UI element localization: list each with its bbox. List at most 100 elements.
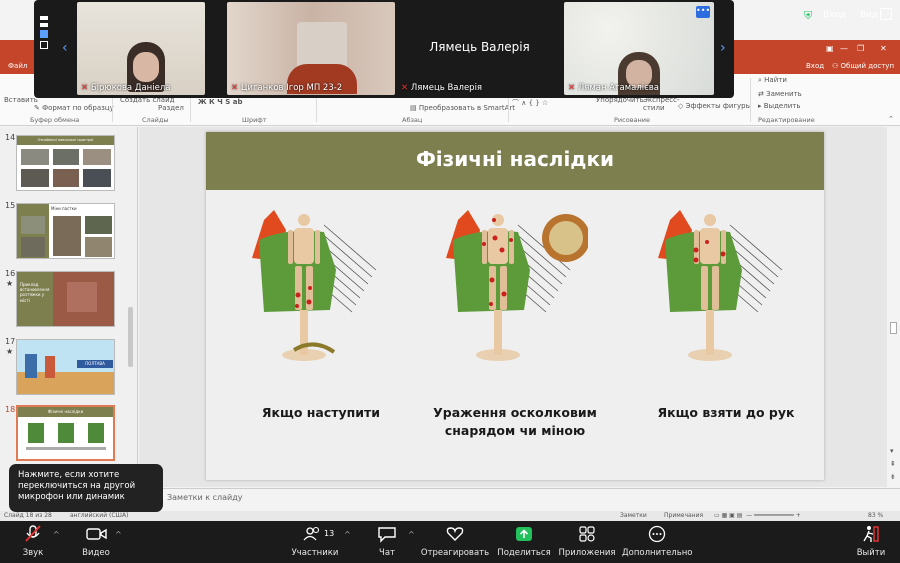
find-button[interactable]: ⌕ Найти <box>758 76 787 85</box>
find-label: Найти <box>764 76 787 84</box>
group-label-font: Шрифт <box>242 116 267 124</box>
muted-mic-icon: ✕ <box>401 83 409 93</box>
participants-label: Участники <box>291 548 339 558</box>
caption-step-on: Якщо наступити <box>261 405 381 420</box>
notes-pane[interactable]: Заметки к слайду <box>139 488 900 508</box>
group-label-editing: Редактирование <box>758 116 815 124</box>
participant-tile[interactable]: Лямець Валерія ✕ Лямець Валерія <box>397 2 562 95</box>
slide-number: 14 <box>5 133 16 142</box>
chat-button[interactable]: Чат <box>368 521 406 563</box>
minimize-button[interactable]: — <box>840 44 848 53</box>
shield-check-icon[interactable]: ⛨ <box>804 9 812 23</box>
fullscreen-icon[interactable] <box>880 8 892 20</box>
slide-thumbnails-pane[interactable]: 14 Ознайомчі навчальні пристрої 15 Міни … <box>0 127 138 512</box>
notes-toggle[interactable]: Заметки <box>620 512 647 519</box>
audio-options-caret[interactable]: ^ <box>53 530 60 539</box>
share-screen-button[interactable]: Поделиться <box>496 521 552 563</box>
next-page-icon[interactable]: › <box>720 40 726 56</box>
slide-thumbnail-14[interactable]: Ознайомчі навчальні пристрої <box>16 135 115 191</box>
select-button[interactable]: ▸ Выделить <box>758 102 800 110</box>
replace-button[interactable]: ⇄ Заменить <box>758 90 802 98</box>
convert-smartart-button[interactable]: ▤ Преобразовать в SmartArt <box>410 104 515 112</box>
participant-tile[interactable]: ✕ Циганков Ігор МП 23-2 <box>227 2 395 95</box>
collapse-ribbon-icon[interactable]: ⌃ <box>888 115 894 123</box>
participant-name: ✕ Бірюкова Даніела <box>81 83 171 93</box>
slide-thumbnail-17[interactable]: ПОЛТАВА <box>16 339 115 395</box>
audio-button[interactable]: Звук <box>12 521 54 563</box>
video-options-caret[interactable]: ^ <box>115 530 122 539</box>
apps-label: Приложения <box>558 548 616 558</box>
status-bar: Слайд 18 из 28 английский (США) Заметки … <box>0 511 900 521</box>
video-camera-icon <box>86 528 107 540</box>
animation-star-icon: ★ <box>6 347 14 356</box>
quick-styles-button[interactable]: Экспресс-стили <box>643 96 680 113</box>
notes-placeholder: Заметки к слайду <box>167 493 243 502</box>
participant-name: ✕ Циганков Ігор МП 23-2 <box>231 83 343 93</box>
view-buttons[interactable]: ▭ ▦ ▣ ▤ — ━━━━━━━━━━━ + <box>714 512 834 520</box>
react-label: Отреагировать <box>420 548 490 558</box>
participant-tile[interactable]: ••• ✕ Ляман Агамалієва <box>564 2 714 95</box>
more-options-icon[interactable]: ••• <box>696 6 710 18</box>
ribbon-display-icon[interactable]: ▣ <box>826 44 834 53</box>
slide-vertical-scrollbar[interactable]: ▾ ⇞ ⇟ <box>887 127 900 487</box>
divider <box>750 78 751 122</box>
slide-thumbnail-15[interactable]: Міни пастки <box>16 203 115 259</box>
paste-button[interactable]: Вставить <box>4 96 38 104</box>
thumb-sign: ПОЛТАВА <box>77 360 113 368</box>
chat-options-caret[interactable]: ^ <box>408 530 415 539</box>
caption-shrapnel: Ураження осколковим снарядом чи міною <box>433 405 597 438</box>
shape-effects-label: Эффекты фигуры <box>685 102 752 110</box>
prev-page-icon[interactable]: ‹ <box>62 40 68 56</box>
comments-toggle[interactable]: Примечания <box>664 512 703 519</box>
share-button[interactable]: ⚇ Общий доступ <box>832 62 894 70</box>
video-button[interactable]: Видео <box>76 521 116 563</box>
leave-label: Выйти <box>856 548 886 558</box>
thumb-title: Міни пастки <box>51 206 77 211</box>
shape-effects-button[interactable]: ◇ Эффекты фигуры <box>678 102 751 110</box>
share-label: Поделиться <box>497 548 551 558</box>
participants-count: 13 <box>324 529 335 538</box>
group-label-drawing: Рисование <box>614 116 650 124</box>
section-button[interactable]: Раздел <box>158 104 184 112</box>
slide-number: 16 <box>5 269 16 278</box>
participant-tile[interactable]: ✕ Бірюкова Даніела <box>77 2 205 95</box>
format-painter-label: Формат по образцу <box>42 104 114 112</box>
mannequin-figure-1 <box>252 210 377 361</box>
font-style-buttons[interactable]: Ж К Ч S ab <box>198 98 242 106</box>
chat-label: Чат <box>379 548 395 558</box>
close-button[interactable]: ✕ <box>880 44 887 53</box>
language-indicator[interactable]: английский (США) <box>70 512 128 519</box>
sign-in-link[interactable]: Вход <box>806 62 824 70</box>
restore-button[interactable]: ❐ <box>857 44 864 53</box>
react-button[interactable]: Отреагировать <box>420 521 490 563</box>
leave-button[interactable]: Выйти <box>852 521 890 563</box>
video-label: Видео <box>82 548 110 558</box>
participants-button[interactable]: 13 Участники <box>288 521 342 563</box>
participants-strip: ‹ ✕ Бірюкова Даніела ✕ Циганков Ігор МП … <box>34 0 734 98</box>
format-painter-button[interactable]: ✎ Формат по образцу <box>34 104 114 112</box>
thumb-title: Фізичні наслідки <box>18 407 113 417</box>
more-button[interactable]: Дополнительно <box>622 521 693 563</box>
participants-options-caret[interactable]: ^ <box>344 530 351 539</box>
slide-body: Якщо наступити Ураження осколковим снаря… <box>206 190 824 480</box>
current-slide[interactable]: Фізичні наслідки Якщо наступити Ураження… <box>206 132 824 480</box>
slide-thumbnail-18[interactable]: Фізичні наслідки <box>16 405 115 461</box>
meeting-toolbar: Звук ^ Видео ^ 13 Участники ^ Чат ^ Отре… <box>0 521 900 563</box>
slide-title: Фізичні наслідки <box>415 147 615 171</box>
thumbnail-scrollbar[interactable] <box>127 132 134 510</box>
animation-star-icon: ★ <box>6 279 14 288</box>
tab-file[interactable]: Файл <box>8 62 27 70</box>
group-label-clipboard: Буфер обмена <box>30 116 80 124</box>
zoom-level[interactable]: 83 % <box>868 512 883 519</box>
apps-button[interactable]: Приложения <box>556 521 618 563</box>
view-mode-icons[interactable] <box>40 16 52 76</box>
slide-thumbnail-16[interactable]: Приклад встановлення розтяжки у місті <box>16 271 115 327</box>
view-button[interactable]: Вид <box>860 10 878 20</box>
share-screen-icon <box>516 527 532 541</box>
shapes-gallery[interactable]: ⌒ ∧ { } ☆ <box>512 98 548 108</box>
heart-icon <box>446 527 464 541</box>
select-label: Выделить <box>763 102 801 110</box>
more-label: Дополнительно <box>622 548 693 558</box>
apps-icon <box>579 526 595 542</box>
enter-button[interactable]: Вход <box>823 10 846 20</box>
